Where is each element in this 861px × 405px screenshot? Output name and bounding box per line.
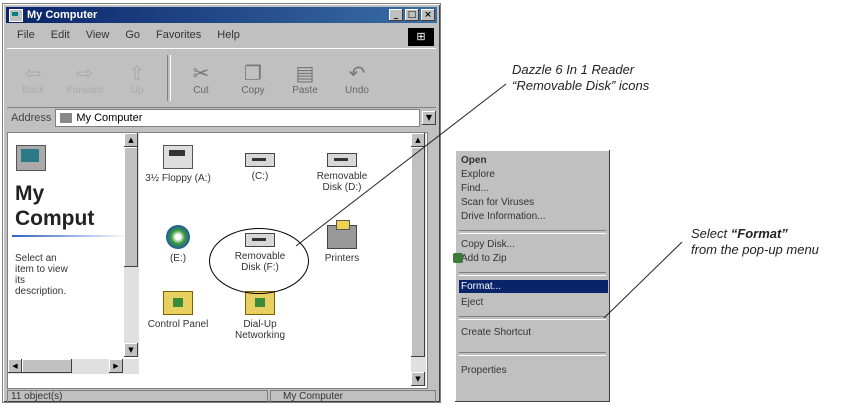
callout-lines bbox=[295, 83, 683, 319]
format-callout-line bbox=[603, 241, 683, 319]
reader-callout-line bbox=[295, 83, 507, 247]
